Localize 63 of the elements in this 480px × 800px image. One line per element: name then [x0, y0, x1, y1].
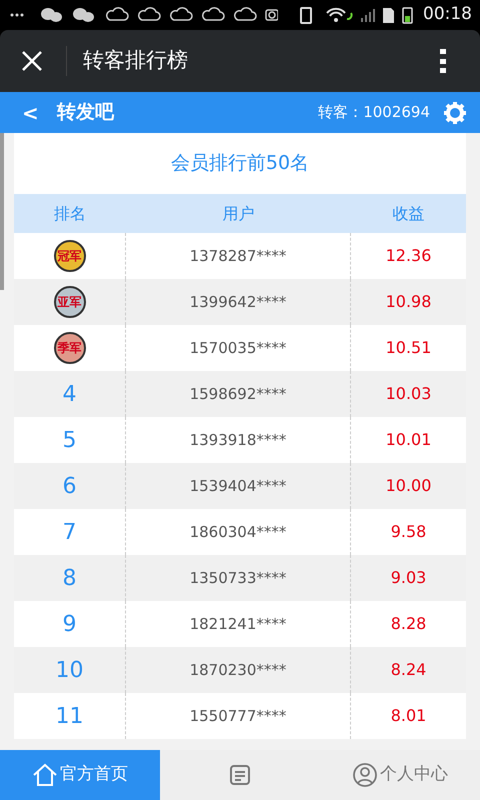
rank-number: 11	[56, 702, 84, 730]
rank-number: 10	[56, 656, 84, 684]
wifi-icon	[326, 8, 352, 22]
income-value: 10.00	[386, 475, 432, 497]
income-value: 10.01	[386, 429, 432, 451]
user-id: 1821241****	[190, 614, 286, 635]
ranking-heading: 会员排行前50名	[170, 151, 310, 176]
cloud-icon	[202, 7, 225, 21]
clock: 00:18	[423, 3, 472, 26]
settings-icon[interactable]	[444, 102, 466, 124]
window-title: 转客排行榜	[83, 47, 188, 74]
rank-number: 4	[62, 380, 76, 408]
income-value: 8.01	[390, 705, 426, 727]
income-value: 12.36	[386, 245, 432, 267]
cloud-icon	[106, 7, 129, 21]
home-icon	[32, 763, 58, 787]
user-id: 1870230****	[190, 660, 286, 681]
referral-count: 转客：1002694	[318, 102, 430, 124]
user-id: 1570035****	[190, 338, 286, 359]
sim-card-icon	[383, 8, 394, 23]
phone-icon	[300, 7, 312, 24]
user-id: 1350733****	[190, 568, 286, 589]
user-id: 1550777****	[190, 706, 286, 727]
user-id: 1860304****	[190, 522, 286, 543]
close-icon[interactable]	[22, 51, 42, 71]
column-header: 用户	[222, 202, 254, 224]
more-menu-icon[interactable]	[440, 49, 446, 73]
income-value: 9.03	[390, 567, 426, 589]
rank-number: 9	[62, 610, 76, 638]
user-id: 1393918****	[190, 430, 286, 451]
rank-number: 8	[62, 564, 76, 592]
rank-number: 6	[62, 472, 76, 500]
chat-icon	[41, 8, 62, 22]
income-value: 10.03	[386, 383, 432, 405]
income-value: 10.51	[386, 337, 432, 359]
medal-badge: 季军	[54, 332, 86, 364]
signal-icon	[361, 9, 375, 22]
income-value: 9.58	[390, 521, 426, 543]
chat-icon	[73, 8, 94, 22]
user-id: 1378287****	[190, 246, 286, 267]
battery-icon	[402, 7, 413, 24]
user-id: 1399642****	[190, 292, 286, 313]
camera-icon	[265, 9, 278, 21]
rank-number: 5	[62, 426, 76, 454]
user-id: 1539404****	[190, 476, 286, 497]
column-header: 收益	[392, 202, 424, 224]
cloud-icon	[138, 7, 161, 21]
income-value: 8.24	[390, 659, 426, 681]
cloud-icon	[234, 7, 257, 21]
user-icon	[352, 762, 378, 788]
more-notifications-icon	[10, 14, 24, 16]
rank-number: 7	[62, 518, 76, 546]
user-id: 1598692****	[190, 384, 286, 405]
back-button[interactable]: <	[22, 98, 39, 128]
cloud-icon	[170, 7, 193, 21]
medal-badge: 亚军	[54, 286, 86, 318]
bottom-tab[interactable]: 官方首页	[0, 750, 160, 800]
list-icon	[228, 763, 252, 787]
column-header: 排名	[54, 202, 86, 224]
income-value: 10.98	[386, 291, 432, 313]
site-title: 转发吧	[56, 100, 114, 126]
medal-badge: 冠军	[54, 240, 86, 272]
income-value: 8.28	[390, 613, 426, 635]
